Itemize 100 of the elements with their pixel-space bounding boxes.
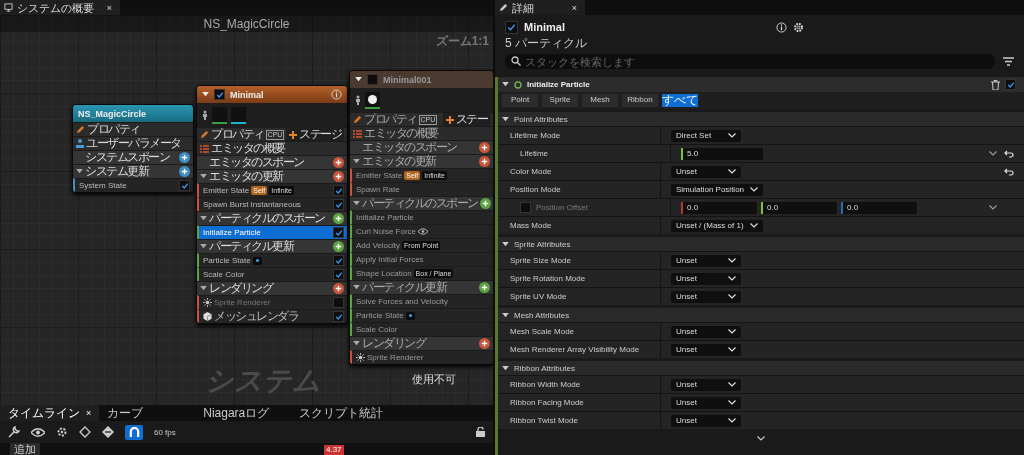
properties-row[interactable]: プロパティ bbox=[73, 122, 193, 136]
vector-field[interactable]: 0.0 bbox=[761, 201, 837, 214]
add-module-icon[interactable] bbox=[333, 171, 344, 182]
stage-row[interactable]: レンダリング bbox=[350, 336, 493, 350]
renderer-thumbnail[interactable] bbox=[212, 106, 227, 124]
module-checkbox[interactable] bbox=[1005, 79, 1016, 90]
expand-triangle-icon[interactable] bbox=[200, 216, 207, 221]
add-module-icon[interactable] bbox=[333, 157, 344, 168]
value-dropdown[interactable]: Unset bbox=[671, 343, 741, 356]
wrench-icon[interactable] bbox=[8, 426, 20, 438]
snap-button[interactable] bbox=[125, 424, 143, 440]
add-track-button[interactable]: 追加 bbox=[10, 443, 40, 455]
lock-icon[interactable] bbox=[476, 427, 485, 437]
expand-triangle-icon[interactable] bbox=[200, 244, 207, 249]
section-header[interactable]: Point Attributes bbox=[498, 112, 1024, 126]
panel-tab[interactable]: タイムライン × bbox=[0, 405, 100, 421]
filter-icon[interactable] bbox=[1003, 57, 1014, 66]
info-icon[interactable] bbox=[775, 21, 787, 33]
add-module-icon[interactable] bbox=[333, 283, 344, 294]
value-dropdown[interactable]: Unset bbox=[671, 325, 741, 338]
stage-row[interactable]: パーティクルのスポーン bbox=[197, 211, 347, 225]
add-stage-button[interactable]: ステー bbox=[442, 113, 490, 126]
close-button[interactable]: × bbox=[571, 2, 577, 13]
eye-icon[interactable] bbox=[31, 427, 45, 437]
panel-tab[interactable]: スクリプト統計 bbox=[291, 405, 392, 421]
node-card[interactable]: NS_MagicCircle プロパティ ユーザーパラメータ システムスポーン システム更新 System State bbox=[72, 104, 194, 193]
node-card[interactable] bbox=[349, 70, 493, 365]
add-module-icon[interactable] bbox=[479, 156, 490, 167]
add-module-icon[interactable] bbox=[179, 166, 190, 177]
edit-checkbox[interactable] bbox=[520, 202, 531, 213]
section-header[interactable]: Ribbon Attributes bbox=[498, 361, 1024, 375]
value-dropdown[interactable]: Unset bbox=[671, 272, 741, 285]
value-dropdown[interactable]: Unset bbox=[671, 378, 741, 391]
vector-field[interactable]: 0.0 bbox=[841, 201, 917, 214]
enable-checkbox[interactable] bbox=[214, 89, 225, 100]
panel-tab[interactable]: カーブ bbox=[99, 405, 196, 421]
renderer-thumbnail[interactable] bbox=[231, 106, 246, 124]
diamond-arrows-icon[interactable] bbox=[102, 426, 114, 438]
settings-icon[interactable] bbox=[792, 21, 804, 33]
diamond-icon[interactable] bbox=[79, 426, 91, 438]
collapse-triangle-icon[interactable] bbox=[502, 116, 509, 122]
value-dropdown[interactable]: Unset bbox=[671, 254, 741, 267]
graph-tab[interactable]: システムの概要 × bbox=[0, 0, 120, 15]
module-checkbox[interactable] bbox=[333, 227, 344, 238]
module-row[interactable]: Sprite Renderer bbox=[350, 350, 493, 364]
module-row[interactable]: Spawn Burst Instantaneous bbox=[197, 197, 347, 211]
add-stage-button[interactable]: ステージ bbox=[286, 128, 345, 141]
add-module-icon[interactable] bbox=[479, 198, 491, 209]
vector-field[interactable]: 0.0 bbox=[681, 201, 757, 214]
module-row[interactable]: Scale Color bbox=[350, 322, 493, 336]
node-card[interactable] bbox=[196, 85, 348, 324]
summary-row[interactable]: エミッタの概要 bbox=[197, 141, 347, 155]
filter-tab[interactable]: Ribbon bbox=[622, 94, 658, 107]
module-row[interactable]: Curl Noise Force bbox=[350, 224, 493, 238]
module-row[interactable]: Initialize Particle bbox=[197, 225, 347, 239]
module-checkbox[interactable] bbox=[333, 185, 344, 196]
search-field[interactable]: スタックを検索します bbox=[505, 54, 995, 69]
add-module-icon[interactable] bbox=[333, 213, 344, 224]
module-row[interactable]: Scale Color bbox=[197, 267, 347, 281]
section-header[interactable]: Mesh Attributes bbox=[498, 308, 1024, 322]
enable-checkbox[interactable] bbox=[367, 74, 378, 85]
expand-triangle-icon[interactable] bbox=[76, 169, 83, 174]
filter-tab[interactable]: Sprite bbox=[542, 94, 578, 107]
stage-row[interactable]: システムスポーン bbox=[73, 150, 193, 164]
expand-triangle-icon[interactable] bbox=[353, 341, 360, 346]
collapse-triangle-icon[interactable] bbox=[502, 365, 509, 371]
stage-row[interactable]: エミッタのスポーン bbox=[350, 140, 493, 154]
collapse-triangle-icon[interactable] bbox=[202, 92, 209, 97]
close-button[interactable]: × bbox=[106, 2, 112, 13]
filter-tab[interactable]: Point bbox=[502, 94, 538, 107]
module-checkbox[interactable] bbox=[333, 311, 344, 322]
stage-row[interactable]: システム更新 bbox=[73, 164, 193, 178]
module-row[interactable]: Spawn Rate bbox=[350, 182, 493, 196]
stage-row[interactable]: パーティクルのスポーン bbox=[350, 196, 493, 210]
stage-row[interactable]: エミッタの更新 bbox=[197, 169, 347, 183]
reset-icon[interactable] bbox=[1004, 167, 1014, 176]
expand-triangle-icon[interactable] bbox=[200, 174, 207, 179]
module-row[interactable]: Particle State bbox=[197, 253, 347, 267]
add-module-icon[interactable] bbox=[479, 282, 490, 293]
module-checkbox[interactable] bbox=[333, 269, 344, 280]
value-dropdown[interactable]: Direct Set bbox=[671, 129, 741, 142]
module-checkbox[interactable] bbox=[333, 255, 344, 266]
add-module-icon[interactable] bbox=[333, 241, 344, 252]
stage-row[interactable]: エミッタの更新 bbox=[350, 154, 493, 168]
trash-icon[interactable] bbox=[991, 79, 1000, 90]
chevron-icon[interactable] bbox=[757, 435, 765, 441]
number-field[interactable]: 5.0 bbox=[681, 147, 763, 160]
module-header[interactable]: Initialize Particle bbox=[498, 77, 1024, 92]
chevron-icon[interactable] bbox=[989, 151, 997, 156]
value-dropdown[interactable]: Unset bbox=[671, 165, 741, 178]
panel-tab[interactable]: Niagaraログ bbox=[195, 405, 292, 421]
value-dropdown[interactable]: Unset / (Mass of 1) bbox=[671, 219, 763, 232]
value-dropdown[interactable]: Unset bbox=[671, 396, 741, 409]
add-module-icon[interactable] bbox=[179, 152, 190, 163]
chevron-icon[interactable] bbox=[989, 205, 997, 210]
module-row[interactable]: Apply Initial Forces bbox=[350, 252, 493, 266]
module-row[interactable]: Particle State bbox=[350, 308, 493, 322]
collapse-triangle-icon[interactable] bbox=[502, 241, 509, 247]
expand-triangle-icon[interactable] bbox=[200, 286, 207, 291]
module-checkbox[interactable] bbox=[179, 180, 190, 191]
